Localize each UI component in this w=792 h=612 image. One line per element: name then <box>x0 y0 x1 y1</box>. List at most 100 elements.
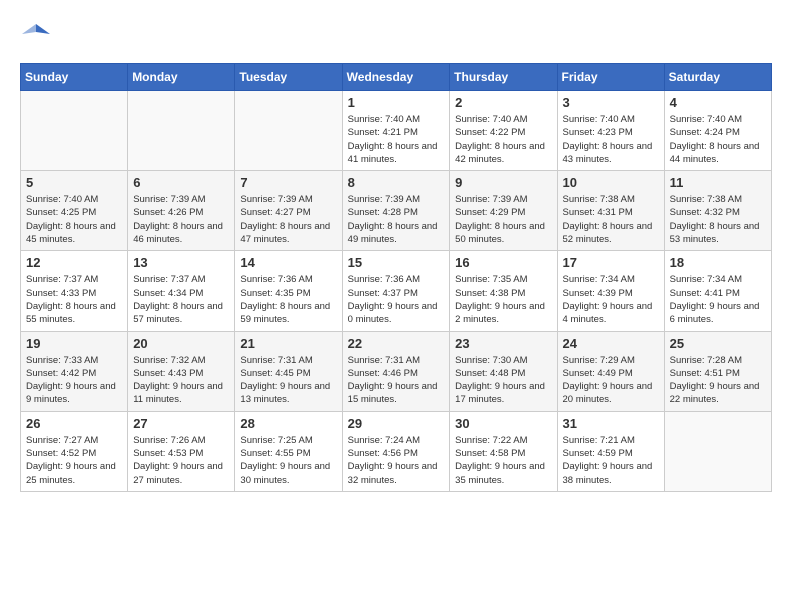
weekday-header-tuesday: Tuesday <box>235 64 342 91</box>
day-number: 25 <box>670 336 766 351</box>
calendar-week-5: 26 Sunrise: 7:27 AMSunset: 4:52 PMDayligh… <box>21 411 772 491</box>
page-header <box>20 20 772 53</box>
day-number: 16 <box>455 255 551 270</box>
day-number: 27 <box>133 416 229 431</box>
calendar-cell: 17Sunrise: 7:34 AMSunset: 4:39 PMDayligh… <box>557 251 664 331</box>
day-info: Sunrise: 7:37 AMSunset: 4:34 PMDaylight:… <box>133 273 229 326</box>
day-info: Sunrise: 7:31 AMSunset: 4:45 PMDaylight:… <box>240 354 336 407</box>
day-info: Sunrise: 7:37 AMSunset: 4:33 PMDaylight:… <box>26 273 122 326</box>
day-info: Sunrise: 7:33 AMSunset: 4:42 PMDaylight:… <box>26 354 122 407</box>
day-info: Sunrise: 7:22 AMSunset: 4:58 PMDaylight:… <box>455 434 551 487</box>
day-number: 11 <box>670 175 766 190</box>
day-info: Sunrise: 7:40 AMSunset: 4:24 PMDaylight:… <box>670 113 766 166</box>
calendar-cell: 23 Sunrise: 7:30 AMSunset: 4:48 PMDayligh… <box>450 331 557 411</box>
weekday-header-friday: Friday <box>557 64 664 91</box>
day-number: 17 <box>563 255 659 270</box>
day-number: 15 <box>348 255 445 270</box>
day-info: Sunrise: 7:39 AMSunset: 4:27 PMDaylight:… <box>240 193 336 246</box>
day-number: 26 <box>26 416 122 431</box>
day-info: Sunrise: 7:27 AMSunset: 4:52 PMDaylight:… <box>26 434 122 487</box>
day-info: Sunrise: 7:38 AMSunset: 4:31 PMDaylight:… <box>563 193 659 246</box>
day-number: 23 <box>455 336 551 351</box>
calendar-cell: 25 Sunrise: 7:28 AMSunset: 4:51 PMDayligh… <box>664 331 771 411</box>
day-info: Sunrise: 7:28 AMSunset: 4:51 PMDaylight:… <box>670 354 766 407</box>
logo-bird-icon <box>22 20 50 48</box>
calendar-cell: 6 Sunrise: 7:39 AMSunset: 4:26 PMDaylight… <box>128 171 235 251</box>
day-number: 9 <box>455 175 551 190</box>
calendar-week-4: 19 Sunrise: 7:33 AMSunset: 4:42 PMDayligh… <box>21 331 772 411</box>
calendar-cell: 1 Sunrise: 7:40 AMSunset: 4:21 PMDaylight… <box>342 91 450 171</box>
calendar-cell: 7 Sunrise: 7:39 AMSunset: 4:27 PMDaylight… <box>235 171 342 251</box>
day-number: 20 <box>133 336 229 351</box>
weekday-header-thursday: Thursday <box>450 64 557 91</box>
calendar-cell: 9 Sunrise: 7:39 AMSunset: 4:29 PMDaylight… <box>450 171 557 251</box>
calendar-cell: 20Sunrise: 7:32 AMSunset: 4:43 PMDayligh… <box>128 331 235 411</box>
calendar-cell: 3 Sunrise: 7:40 AMSunset: 4:23 PMDaylight… <box>557 91 664 171</box>
day-number: 19 <box>26 336 122 351</box>
day-number: 22 <box>348 336 445 351</box>
calendar-cell: 14Sunrise: 7:36 AMSunset: 4:35 PMDayligh… <box>235 251 342 331</box>
calendar-cell: 13 Sunrise: 7:37 AMSunset: 4:34 PMDayligh… <box>128 251 235 331</box>
day-number: 13 <box>133 255 229 270</box>
calendar-header-row: SundayMondayTuesdayWednesdayThursdayFrid… <box>21 64 772 91</box>
day-info: Sunrise: 7:34 AMSunset: 4:41 PMDaylight:… <box>670 273 766 326</box>
calendar-cell: 30 Sunrise: 7:22 AMSunset: 4:58 PMDayligh… <box>450 411 557 491</box>
day-number: 29 <box>348 416 445 431</box>
day-number: 4 <box>670 95 766 110</box>
calendar-cell: 31 Sunrise: 7:21 AMSunset: 4:59 PMDayligh… <box>557 411 664 491</box>
day-number: 21 <box>240 336 336 351</box>
day-info: Sunrise: 7:39 AMSunset: 4:29 PMDaylight:… <box>455 193 551 246</box>
day-info: Sunrise: 7:26 AMSunset: 4:53 PMDaylight:… <box>133 434 229 487</box>
day-number: 30 <box>455 416 551 431</box>
day-info: Sunrise: 7:40 AMSunset: 4:23 PMDaylight:… <box>563 113 659 166</box>
day-info: Sunrise: 7:40 AMSunset: 4:21 PMDaylight:… <box>348 113 445 166</box>
calendar-week-2: 5 Sunrise: 7:40 AMSunset: 4:25 PMDaylight… <box>21 171 772 251</box>
calendar-cell: 21 Sunrise: 7:31 AMSunset: 4:45 PMDayligh… <box>235 331 342 411</box>
day-info: Sunrise: 7:36 AMSunset: 4:37 PMDaylight:… <box>348 273 445 326</box>
calendar-cell: 2 Sunrise: 7:40 AMSunset: 4:22 PMDaylight… <box>450 91 557 171</box>
day-number: 8 <box>348 175 445 190</box>
day-number: 28 <box>240 416 336 431</box>
day-info: Sunrise: 7:25 AMSunset: 4:55 PMDaylight:… <box>240 434 336 487</box>
day-info: Sunrise: 7:36 AMSunset: 4:35 PMDaylight:… <box>240 273 336 326</box>
day-number: 1 <box>348 95 445 110</box>
day-info: Sunrise: 7:40 AMSunset: 4:25 PMDaylight:… <box>26 193 122 246</box>
calendar-cell: 26 Sunrise: 7:27 AMSunset: 4:52 PMDayligh… <box>21 411 128 491</box>
logo-general <box>20 35 50 52</box>
calendar-week-1: 1 Sunrise: 7:40 AMSunset: 4:21 PMDaylight… <box>21 91 772 171</box>
calendar-cell: 4 Sunrise: 7:40 AMSunset: 4:24 PMDaylight… <box>664 91 771 171</box>
logo <box>20 20 50 53</box>
day-number: 7 <box>240 175 336 190</box>
day-number: 24 <box>563 336 659 351</box>
calendar-cell <box>128 91 235 171</box>
day-info: Sunrise: 7:30 AMSunset: 4:48 PMDaylight:… <box>455 354 551 407</box>
calendar-cell: 11 Sunrise: 7:38 AMSunset: 4:32 PMDayligh… <box>664 171 771 251</box>
calendar-cell: 10 Sunrise: 7:38 AMSunset: 4:31 PMDayligh… <box>557 171 664 251</box>
day-info: Sunrise: 7:21 AMSunset: 4:59 PMDaylight:… <box>563 434 659 487</box>
calendar-cell: 24Sunrise: 7:29 AMSunset: 4:49 PMDayligh… <box>557 331 664 411</box>
calendar-cell: 12Sunrise: 7:37 AMSunset: 4:33 PMDayligh… <box>21 251 128 331</box>
day-number: 3 <box>563 95 659 110</box>
calendar-cell <box>235 91 342 171</box>
calendar-cell: 8Sunrise: 7:39 AMSunset: 4:28 PMDaylight… <box>342 171 450 251</box>
calendar-table: SundayMondayTuesdayWednesdayThursdayFrid… <box>20 63 772 492</box>
weekday-header-sunday: Sunday <box>21 64 128 91</box>
day-number: 6 <box>133 175 229 190</box>
calendar-cell: 19 Sunrise: 7:33 AMSunset: 4:42 PMDayligh… <box>21 331 128 411</box>
day-info: Sunrise: 7:38 AMSunset: 4:32 PMDaylight:… <box>670 193 766 246</box>
day-number: 18 <box>670 255 766 270</box>
weekday-header-wednesday: Wednesday <box>342 64 450 91</box>
day-info: Sunrise: 7:35 AMSunset: 4:38 PMDaylight:… <box>455 273 551 326</box>
logo-text <box>20 20 50 53</box>
calendar-cell: 28 Sunrise: 7:25 AMSunset: 4:55 PMDayligh… <box>235 411 342 491</box>
day-number: 5 <box>26 175 122 190</box>
calendar-cell: 16 Sunrise: 7:35 AMSunset: 4:38 PMDayligh… <box>450 251 557 331</box>
day-info: Sunrise: 7:40 AMSunset: 4:22 PMDaylight:… <box>455 113 551 166</box>
day-number: 2 <box>455 95 551 110</box>
day-info: Sunrise: 7:31 AMSunset: 4:46 PMDaylight:… <box>348 354 445 407</box>
weekday-header-monday: Monday <box>128 64 235 91</box>
day-info: Sunrise: 7:39 AMSunset: 4:26 PMDaylight:… <box>133 193 229 246</box>
calendar-cell <box>664 411 771 491</box>
day-number: 31 <box>563 416 659 431</box>
day-number: 10 <box>563 175 659 190</box>
